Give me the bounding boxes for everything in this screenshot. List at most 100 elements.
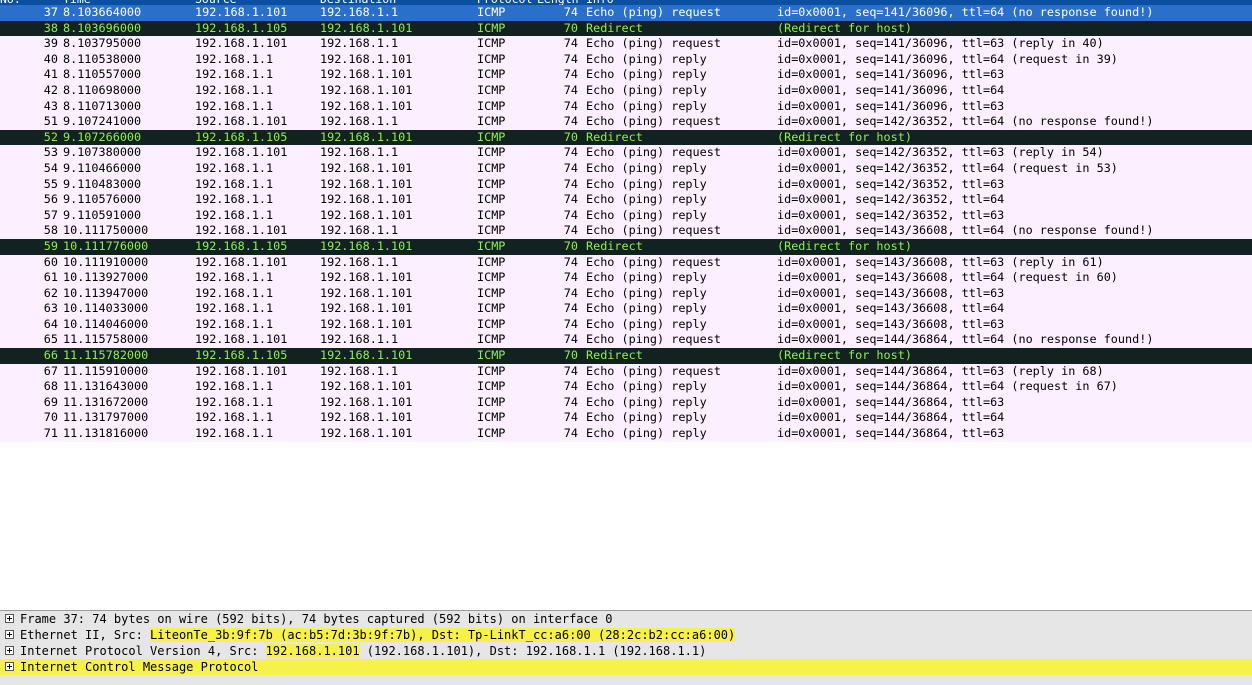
cell-protocol: ICMP — [477, 82, 506, 97]
cell-protocol: ICMP — [477, 98, 506, 113]
cell-info-detail: id=0x0001, seq=141/36096, ttl=63 — [777, 98, 1005, 113]
table-row[interactable]: 41 8.110557000 192.168.1.1 192.168.1.101 ICM… — [0, 67, 1252, 83]
detail-ethernet-highlighted: LiteonTe_3b:9f:7b (ac:b5:7d:3b:9f:7b), D… — [150, 628, 736, 642]
table-row[interactable]: 39 8.103795000 192.168.1.101 192.168.1.1 ICM… — [0, 36, 1252, 52]
table-row[interactable]: 65 11.115758000 192.168.1.101 192.168.1.1 IC… — [0, 332, 1252, 349]
table-row[interactable]: 51 9.107241000 192.168.1.101 192.168.1.1 ICM… — [0, 114, 1252, 130]
cell-length: 74 — [563, 426, 578, 441]
cell-info-detail: (Redirect for host) — [777, 129, 912, 144]
table-row[interactable]: 68 11.131643000 192.168.1.1 192.168.1.101 IC… — [0, 379, 1252, 395]
cell-length: 74 — [563, 301, 578, 316]
cell-info-summary: Echo (ping) reply — [586, 192, 707, 207]
cell-info-detail: id=0x0001, seq=142/36352, ttl=63 (reply … — [777, 145, 1104, 160]
cell-length: 74 — [563, 285, 578, 300]
cell-time: 9.107266000 — [63, 129, 142, 144]
cell-source: 192.168.1.101 — [195, 114, 288, 129]
cell-source: 192.168.1.105 — [195, 20, 288, 35]
table-row[interactable]: 71 11.131816000 192.168.1.1 192.168.1.101 IC… — [0, 426, 1252, 442]
detail-row-icmp[interactable]: Internet Control Message Protocol — [0, 659, 1252, 675]
cell-destination: 192.168.1.101 — [320, 129, 413, 144]
cell-no: 71 — [43, 426, 58, 441]
table-row[interactable]: 69 11.131672000 192.168.1.1 192.168.1.101 IC… — [0, 394, 1252, 411]
table-row[interactable]: 56 9.110576000 192.168.1.1 192.168.1.101 ICM… — [0, 192, 1252, 208]
table-row[interactable]: 58 10.111750000 192.168.1.101 192.168.1.1 IC… — [0, 223, 1252, 239]
cell-info-detail: id=0x0001, seq=142/36352, ttl=64 (no res… — [777, 114, 1154, 129]
cell-info-summary: Echo (ping) request — [586, 36, 721, 51]
cell-source: 192.168.1.101 — [195, 223, 288, 238]
table-row[interactable]: 55 9.110483000 192.168.1.1 192.168.1.101 ICM… — [0, 176, 1252, 193]
cell-source: 192.168.1.1 — [195, 285, 274, 300]
expand-plus-icon[interactable] — [5, 614, 14, 623]
cell-no: 55 — [43, 176, 58, 191]
cell-protocol: ICMP — [477, 332, 506, 347]
table-row[interactable]: 63 10.114033000 192.168.1.1 192.168.1.101 IC… — [0, 301, 1252, 317]
table-row[interactable]: 38 8.103696000 192.168.1.105 192.168.1.101 I… — [0, 20, 1252, 37]
cell-info-detail: id=0x0001, seq=144/36864, ttl=64 (no res… — [777, 332, 1154, 347]
cell-destination: 192.168.1.101 — [320, 379, 413, 394]
table-row[interactable]: 61 10.113927000 192.168.1.1 192.168.1.101 IC… — [0, 270, 1252, 286]
cell-no: 64 — [43, 316, 58, 331]
cell-length: 74 — [563, 254, 578, 269]
cell-length: 70 — [563, 129, 578, 144]
cell-protocol: ICMP — [477, 363, 506, 378]
detail-row-ethernet[interactable]: Ethernet II, Src: LiteonTe_3b:9f:7b (ac:… — [0, 627, 1252, 643]
cell-destination: 192.168.1.101 — [320, 82, 413, 97]
table-row[interactable]: 40 8.110538000 192.168.1.1 192.168.1.101 ICM… — [0, 51, 1252, 68]
table-row[interactable]: 59 10.111776000 192.168.1.105 192.168.1.101… — [0, 238, 1252, 255]
detail-row-ip[interactable]: Internet Protocol Version 4, Src: 192.16… — [0, 643, 1252, 659]
table-row[interactable]: 60 10.111910000 192.168.1.101 192.168.1.1 IC… — [0, 254, 1252, 271]
cell-info-summary: Echo (ping) reply — [586, 379, 707, 394]
cell-destination: 192.168.1.101 — [320, 160, 413, 175]
table-row[interactable]: 37 8.103664000 192.168.1.101 192.168.1.1 ICM… — [0, 5, 1252, 21]
cell-info-summary: Echo (ping) request — [586, 145, 721, 160]
cell-length: 74 — [563, 192, 578, 207]
cell-protocol: ICMP — [477, 223, 506, 238]
cell-info-summary: Echo (ping) reply — [586, 82, 707, 97]
detail-icmp-text: Internet Control Message Protocol — [20, 660, 259, 674]
cell-source: 192.168.1.1 — [195, 426, 274, 441]
cell-info-detail: id=0x0001, seq=144/36864, ttl=64 (reques… — [777, 379, 1118, 394]
expand-plus-icon[interactable] — [5, 630, 14, 639]
table-row[interactable]: 53 9.107380000 192.168.1.101 192.168.1.1 ICM… — [0, 145, 1252, 161]
table-row[interactable]: 70 11.131797000 192.168.1.1 192.168.1.101 IC… — [0, 410, 1252, 427]
cell-no: 40 — [43, 51, 58, 66]
table-row[interactable]: 43 8.110713000 192.168.1.1 192.168.1.101 ICM… — [0, 98, 1252, 115]
table-row[interactable]: 57 9.110591000 192.168.1.1 192.168.1.101 ICM… — [0, 207, 1252, 224]
expand-plus-icon[interactable] — [5, 646, 14, 655]
cell-time: 8.110538000 — [63, 51, 142, 66]
cell-source: 192.168.1.101 — [195, 363, 288, 378]
table-row[interactable]: 67 11.115910000 192.168.1.101 192.168.1.1 IC… — [0, 363, 1252, 380]
table-row[interactable]: 42 8.110698000 192.168.1.1 192.168.1.101 ICM… — [0, 82, 1252, 99]
cell-protocol: ICMP — [477, 160, 506, 175]
cell-info-summary: Echo (ping) reply — [586, 207, 707, 222]
detail-row-frame[interactable]: Frame 37: 74 bytes on wire (592 bits), 7… — [0, 611, 1252, 627]
cell-destination: 192.168.1.101 — [320, 98, 413, 113]
packet-details-pane[interactable]: Frame 37: 74 bytes on wire (592 bits), 7… — [0, 610, 1252, 685]
cell-destination: 192.168.1.1 — [320, 5, 399, 19]
cell-info-summary: Echo (ping) request — [586, 254, 721, 269]
cell-protocol: ICMP — [477, 379, 506, 394]
detail-ip-suffix: (192.168.1.101), Dst: 192.168.1.1 (192.1… — [359, 644, 707, 658]
expand-plus-icon[interactable] — [5, 662, 14, 671]
cell-time: 11.131672000 — [63, 394, 149, 409]
cell-source: 192.168.1.1 — [195, 316, 274, 331]
cell-source: 192.168.1.1 — [195, 270, 274, 285]
cell-info-summary: Redirect — [586, 20, 643, 35]
table-row[interactable]: 62 10.113947000 192.168.1.1 192.168.1.101 IC… — [0, 285, 1252, 302]
cell-destination: 192.168.1.101 — [320, 270, 413, 285]
cell-protocol: ICMP — [477, 254, 506, 269]
table-row[interactable]: 66 11.115782000 192.168.1.105 192.168.1.101… — [0, 348, 1252, 364]
cell-source: 192.168.1.1 — [195, 51, 274, 66]
cell-source: 192.168.1.1 — [195, 176, 274, 191]
cell-length: 74 — [563, 160, 578, 175]
table-row[interactable]: 64 10.114046000 192.168.1.1 192.168.1.101 IC… — [0, 316, 1252, 333]
cell-no: 62 — [43, 285, 58, 300]
cell-source: 192.168.1.1 — [195, 98, 274, 113]
cell-time: 8.103696000 — [63, 20, 142, 35]
cell-length: 74 — [563, 363, 578, 378]
table-row[interactable]: 54 9.110466000 192.168.1.1 192.168.1.101 ICM… — [0, 160, 1252, 177]
packet-list-pane[interactable]: No. Time Source Destination Protocol Len… — [0, 0, 1252, 455]
table-row[interactable]: 52 9.107266000 192.168.1.105 192.168.1.101 I… — [0, 129, 1252, 146]
cell-info-summary: Echo (ping) reply — [586, 426, 707, 441]
cell-no: 58 — [43, 223, 58, 238]
